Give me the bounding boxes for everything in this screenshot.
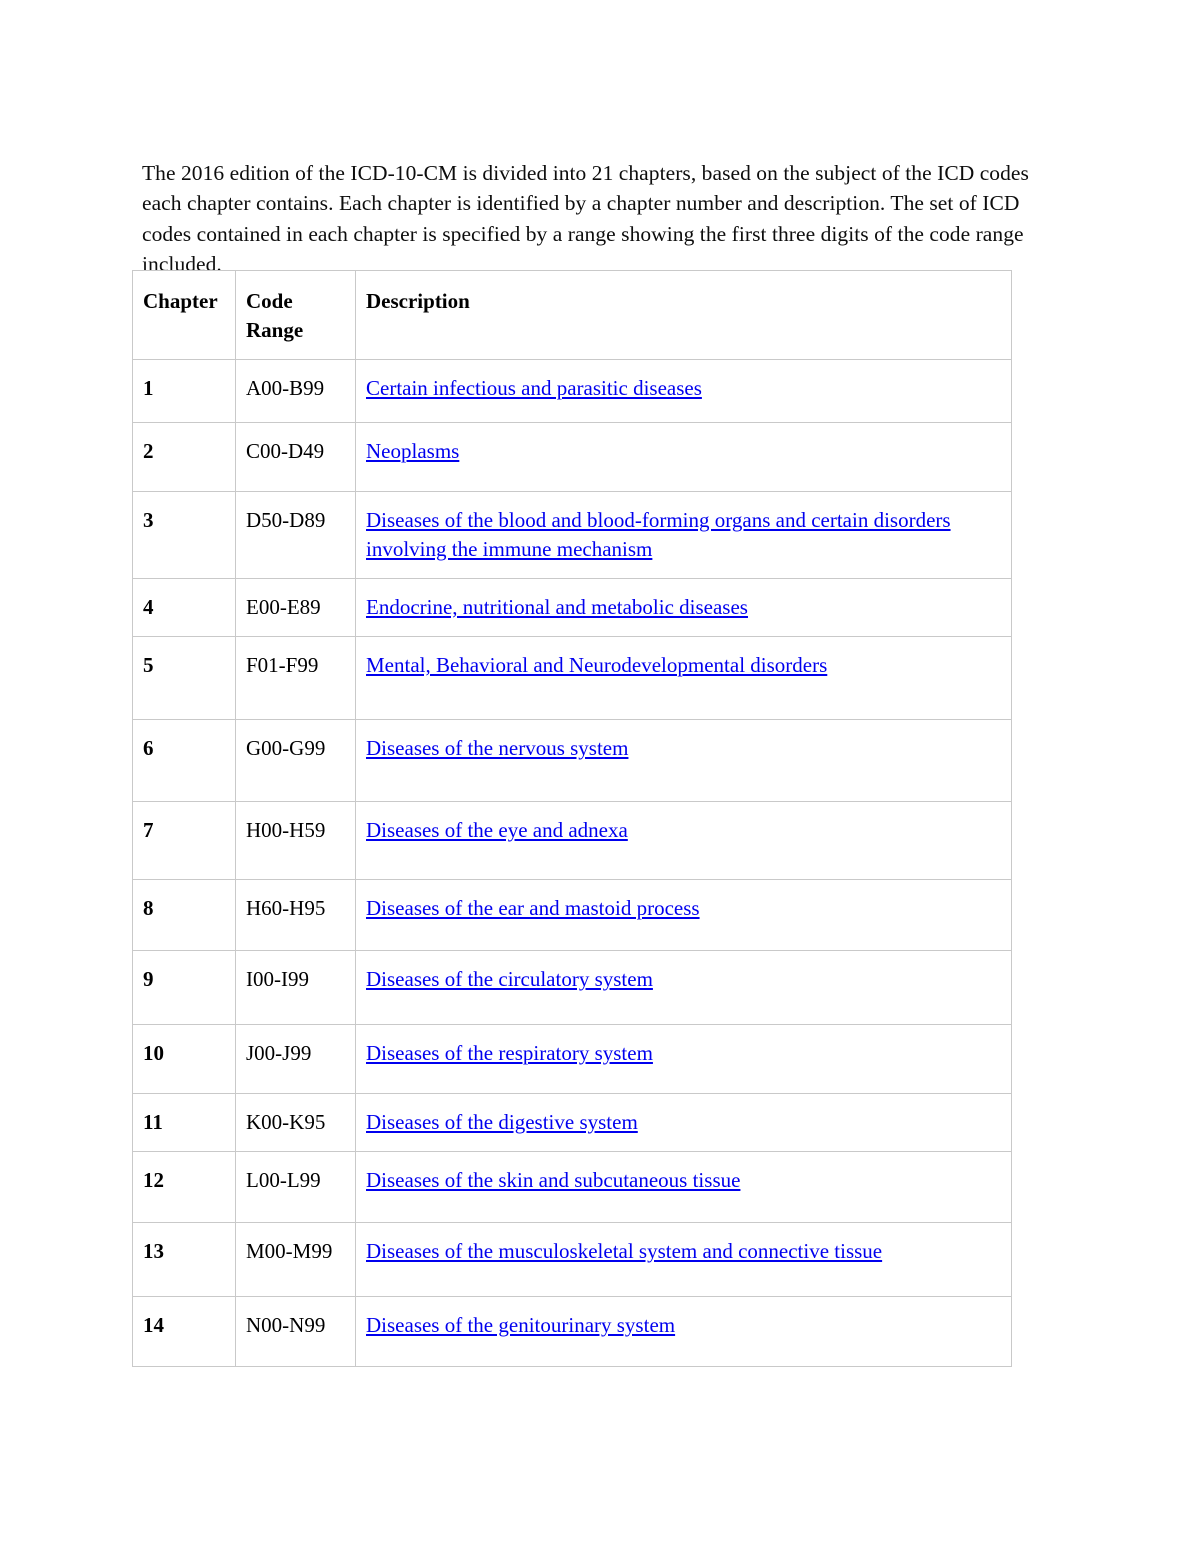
- intro-paragraph: The 2016 edition of the ICD-10-CM is div…: [142, 160, 1029, 277]
- chapter-description-link[interactable]: Mental, Behavioral and Neurodevelopmenta…: [366, 653, 827, 677]
- code-range: G00-G99: [235, 719, 356, 802]
- table-row: 11 K00-K95 Diseases of the digestive sys…: [132, 1093, 1012, 1152]
- chapter-number: 2: [132, 422, 236, 492]
- table-row: 1 A00-B99 Certain infectious and parasit…: [132, 359, 1012, 423]
- code-range: L00-L99: [235, 1151, 356, 1223]
- code-range: K00-K95: [235, 1093, 356, 1152]
- code-range: A00-B99: [235, 359, 356, 423]
- chapter-description: Diseases of the eye and adnexa: [355, 801, 1012, 880]
- chapter-number: 11: [132, 1093, 236, 1152]
- table-header: Chapter Code Range Description: [132, 270, 1012, 360]
- chapter-description-link[interactable]: Diseases of the circulatory system: [366, 967, 653, 991]
- chapter-description: Diseases of the digestive system: [355, 1093, 1012, 1152]
- chapter-description-link[interactable]: Diseases of the skin and subcutaneous ti…: [366, 1168, 740, 1192]
- chapter-number: 9: [132, 950, 236, 1025]
- code-range: E00-E89: [235, 578, 356, 637]
- chapter-description-link[interactable]: Diseases of the eye and adnexa: [366, 818, 628, 842]
- table-row: 2 C00-D49 Neoplasms: [132, 422, 1012, 492]
- table-row: 7 H00-H59 Diseases of the eye and adnexa: [132, 801, 1012, 880]
- table-row: 3 D50-D89 Diseases of the blood and bloo…: [132, 491, 1012, 579]
- document-page: The 2016 edition of the ICD-10-CM is div…: [0, 0, 1200, 1553]
- column-header-description: Description: [355, 270, 1012, 360]
- chapter-number: 6: [132, 719, 236, 802]
- table-body: 1 A00-B99 Certain infectious and parasit…: [132, 359, 1012, 1367]
- code-range: F01-F99: [235, 636, 356, 720]
- table-row: 5 F01-F99 Mental, Behavioral and Neurode…: [132, 636, 1012, 720]
- table-row: 14 N00-N99 Diseases of the genitourinary…: [132, 1296, 1012, 1367]
- chapter-number: 7: [132, 801, 236, 880]
- chapter-description: Diseases of the respiratory system: [355, 1024, 1012, 1094]
- table-row: 8 H60-H95 Diseases of the ear and mastoi…: [132, 879, 1012, 951]
- chapter-description-link[interactable]: Endocrine, nutritional and metabolic dis…: [366, 595, 748, 619]
- chapter-description: Diseases of the ear and mastoid process: [355, 879, 1012, 951]
- chapter-number: 1: [132, 359, 236, 423]
- chapter-description: Neoplasms: [355, 422, 1012, 492]
- table-row: 4 E00-E89 Endocrine, nutritional and met…: [132, 578, 1012, 637]
- code-range: H60-H95: [235, 879, 356, 951]
- chapter-number: 12: [132, 1151, 236, 1223]
- code-range: J00-J99: [235, 1024, 356, 1094]
- table-row: 10 J00-J99 Diseases of the respiratory s…: [132, 1024, 1012, 1094]
- column-header-code-range: Code Range: [235, 270, 356, 360]
- code-range: D50-D89: [235, 491, 356, 579]
- chapter-number: 4: [132, 578, 236, 637]
- chapter-description: Diseases of the genitourinary system: [355, 1296, 1012, 1367]
- chapter-description: Endocrine, nutritional and metabolic dis…: [355, 578, 1012, 637]
- code-range: I00-I99: [235, 950, 356, 1025]
- table-row: 12 L00-L99 Diseases of the skin and subc…: [132, 1151, 1012, 1223]
- chapter-number: 10: [132, 1024, 236, 1094]
- chapter-number: 14: [132, 1296, 236, 1367]
- chapter-description-link[interactable]: Certain infectious and parasitic disease…: [366, 376, 702, 400]
- chapter-description-link[interactable]: Diseases of the blood and blood-forming …: [366, 508, 951, 561]
- chapter-description: Certain infectious and parasitic disease…: [355, 359, 1012, 423]
- chapter-number: 5: [132, 636, 236, 720]
- code-range: M00-M99: [235, 1222, 356, 1297]
- chapter-description-link[interactable]: Diseases of the genitourinary system: [366, 1313, 675, 1337]
- table-row: 6 G00-G99 Diseases of the nervous system: [132, 719, 1012, 802]
- chapter-description-link[interactable]: Diseases of the respiratory system: [366, 1041, 653, 1065]
- table-header-row: Chapter Code Range Description: [132, 270, 1012, 360]
- column-header-chapter: Chapter: [132, 270, 236, 360]
- chapter-description-link[interactable]: Diseases of the ear and mastoid process: [366, 896, 700, 920]
- chapter-number: 13: [132, 1222, 236, 1297]
- chapter-description: Diseases of the circulatory system: [355, 950, 1012, 1025]
- chapter-number: 8: [132, 879, 236, 951]
- chapter-description-link[interactable]: Diseases of the digestive system: [366, 1110, 638, 1134]
- chapter-description: Diseases of the blood and blood-forming …: [355, 491, 1012, 579]
- chapter-description: Mental, Behavioral and Neurodevelopmenta…: [355, 636, 1012, 720]
- chapter-number: 3: [132, 491, 236, 579]
- chapter-description: Diseases of the musculoskeletal system a…: [355, 1222, 1012, 1297]
- chapter-description-link[interactable]: Neoplasms: [366, 439, 459, 463]
- chapter-description-link[interactable]: Diseases of the musculoskeletal system a…: [366, 1239, 882, 1263]
- table-row: 9 I00-I99 Diseases of the circulatory sy…: [132, 950, 1012, 1025]
- icd-chapters-table: Chapter Code Range Description 1 A00-B99…: [132, 270, 1012, 1367]
- code-range: C00-D49: [235, 422, 356, 492]
- chapter-description: Diseases of the skin and subcutaneous ti…: [355, 1151, 1012, 1223]
- code-range: H00-H59: [235, 801, 356, 880]
- code-range: N00-N99: [235, 1296, 356, 1367]
- table-row: 13 M00-M99 Diseases of the musculoskelet…: [132, 1222, 1012, 1297]
- chapter-description-link[interactable]: Diseases of the nervous system: [366, 736, 628, 760]
- chapter-description: Diseases of the nervous system: [355, 719, 1012, 802]
